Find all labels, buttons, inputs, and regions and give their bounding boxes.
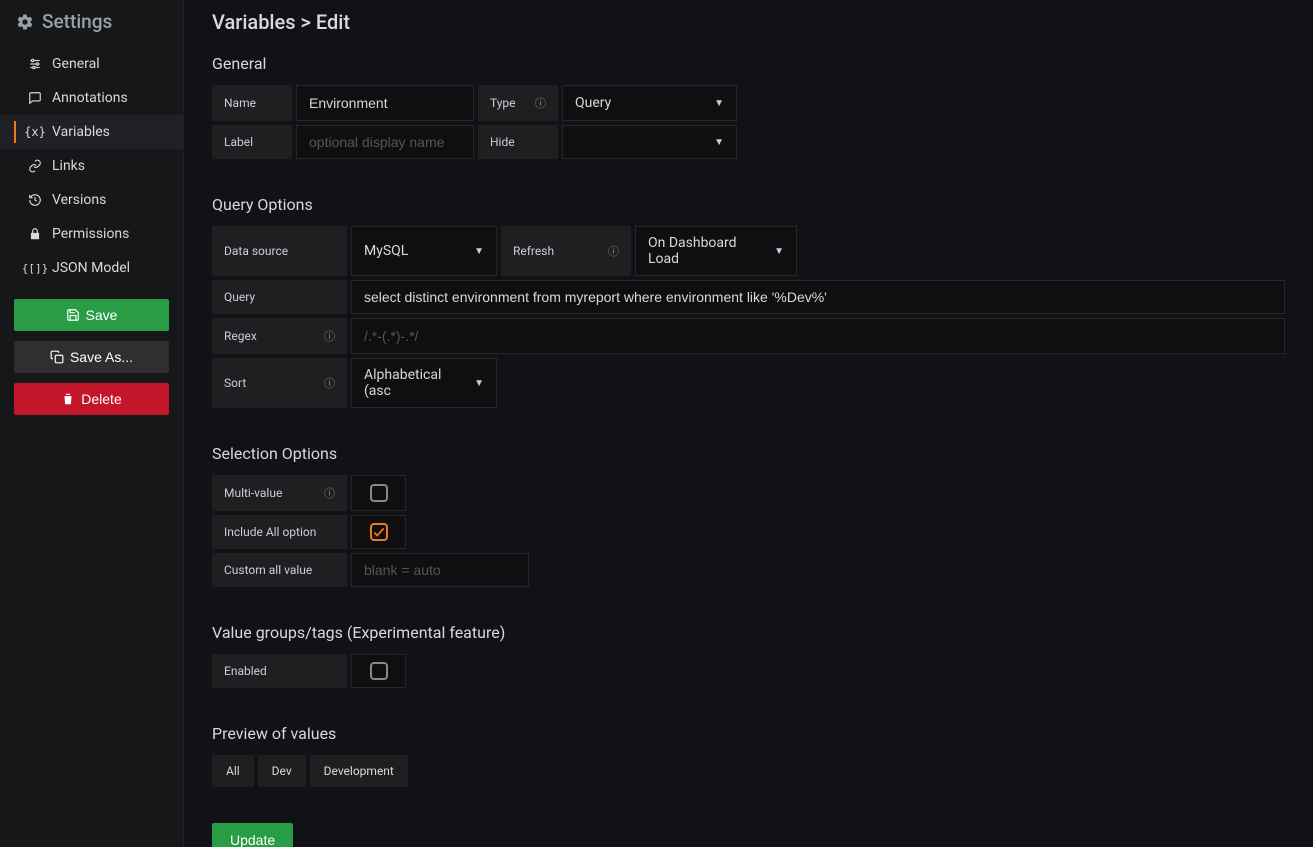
info-icon[interactable]: ⓘ bbox=[324, 375, 335, 391]
save-icon bbox=[66, 308, 80, 322]
variables-icon: {x} bbox=[28, 125, 42, 139]
sliders-icon bbox=[28, 57, 42, 71]
multi-value-label: Multi-value ⓘ bbox=[212, 475, 347, 511]
copy-icon bbox=[50, 350, 64, 364]
sidebar-item-general[interactable]: General bbox=[0, 47, 183, 81]
hide-label: Hide bbox=[478, 125, 558, 159]
caret-down-icon: ▼ bbox=[714, 98, 724, 109]
preview-tag: Development bbox=[310, 755, 408, 787]
caret-down-icon: ▼ bbox=[714, 137, 724, 148]
caret-down-icon: ▼ bbox=[774, 246, 784, 257]
update-button[interactable]: Update bbox=[212, 823, 293, 847]
delete-button[interactable]: Delete bbox=[14, 383, 169, 415]
sidebar-buttons: Save Save As... Delete bbox=[0, 285, 183, 429]
query-input[interactable] bbox=[351, 280, 1285, 314]
datasource-label: Data source bbox=[212, 226, 347, 276]
info-icon[interactable]: ⓘ bbox=[324, 328, 335, 344]
sidebar-item-annotations[interactable]: Annotations bbox=[0, 81, 183, 115]
sidebar-header: Settings bbox=[0, 0, 183, 47]
enabled-checkbox[interactable] bbox=[370, 662, 388, 680]
preview-tag: Dev bbox=[258, 755, 306, 787]
preview-tags: All Dev Development bbox=[212, 755, 1285, 787]
sort-select[interactable]: Alphabetical (asc ▼ bbox=[351, 358, 497, 408]
name-input[interactable] bbox=[296, 85, 474, 121]
delete-button-label: Delete bbox=[81, 391, 121, 407]
include-all-checkbox-cell bbox=[351, 515, 406, 549]
regex-label: Regex ⓘ bbox=[212, 318, 347, 354]
lock-icon bbox=[28, 227, 42, 241]
section-value-groups-heading: Value groups/tags (Experimental feature) bbox=[212, 623, 1285, 642]
enabled-label: Enabled bbox=[212, 654, 347, 688]
multi-value-checkbox-cell bbox=[351, 475, 406, 511]
section-selection-options-heading: Selection Options bbox=[212, 444, 1285, 463]
datasource-select[interactable]: MySQL ▼ bbox=[351, 226, 497, 276]
section-preview-heading: Preview of values bbox=[212, 724, 1285, 743]
comment-icon bbox=[28, 91, 42, 105]
name-label: Name bbox=[212, 85, 292, 121]
sidebar-item-label: Annotations bbox=[52, 90, 128, 106]
query-label: Query bbox=[212, 280, 347, 314]
sort-label: Sort ⓘ bbox=[212, 358, 347, 408]
sidebar-item-label: Links bbox=[52, 158, 85, 174]
section-query-options-heading: Query Options bbox=[212, 195, 1285, 214]
sidebar-items: General Annotations {x} Variables Links bbox=[0, 47, 183, 285]
link-icon bbox=[28, 159, 42, 173]
history-icon bbox=[28, 193, 42, 207]
sidebar-item-links[interactable]: Links bbox=[0, 149, 183, 183]
sidebar-item-json-model[interactable]: {[]} JSON Model bbox=[0, 251, 183, 285]
include-all-checkbox[interactable] bbox=[370, 523, 388, 541]
caret-down-icon: ▼ bbox=[474, 246, 484, 257]
label-label: Label bbox=[212, 125, 292, 159]
save-button-label: Save bbox=[86, 307, 118, 323]
json-icon: {[]} bbox=[28, 261, 42, 275]
custom-all-input[interactable] bbox=[351, 553, 529, 587]
sidebar-title: Settings bbox=[42, 10, 112, 33]
sidebar-item-label: JSON Model bbox=[52, 260, 130, 276]
enabled-checkbox-cell bbox=[351, 654, 406, 688]
main-content: Variables > Edit General Name Type ⓘ Que… bbox=[184, 0, 1313, 847]
save-as-button[interactable]: Save As... bbox=[14, 341, 169, 373]
save-as-button-label: Save As... bbox=[70, 349, 133, 365]
type-label: Type ⓘ bbox=[478, 85, 558, 121]
refresh-select[interactable]: On Dashboard Load ▼ bbox=[635, 226, 797, 276]
section-general-heading: General bbox=[212, 54, 1285, 73]
sidebar-item-label: Versions bbox=[52, 192, 106, 208]
include-all-label: Include All option bbox=[212, 515, 347, 549]
info-icon[interactable]: ⓘ bbox=[535, 95, 546, 111]
sidebar-item-label: Variables bbox=[52, 124, 110, 140]
save-button[interactable]: Save bbox=[14, 299, 169, 331]
sidebar: Settings General Annotations {x} Variabl… bbox=[0, 0, 184, 847]
breadcrumb: Variables > Edit bbox=[212, 10, 1285, 34]
info-icon[interactable]: ⓘ bbox=[324, 485, 335, 501]
gear-icon bbox=[16, 13, 34, 31]
sidebar-item-label: Permissions bbox=[52, 226, 129, 242]
sidebar-item-versions[interactable]: Versions bbox=[0, 183, 183, 217]
custom-all-label: Custom all value bbox=[212, 553, 347, 587]
info-icon[interactable]: ⓘ bbox=[608, 243, 619, 259]
type-select[interactable]: Query ▼ bbox=[562, 85, 737, 121]
sidebar-item-variables[interactable]: {x} Variables bbox=[0, 115, 183, 149]
trash-icon bbox=[61, 392, 75, 406]
sidebar-item-label: General bbox=[52, 56, 100, 72]
hide-select[interactable]: ▼ bbox=[562, 125, 737, 159]
sidebar-item-permissions[interactable]: Permissions bbox=[0, 217, 183, 251]
refresh-label: Refresh ⓘ bbox=[501, 226, 631, 276]
multi-value-checkbox[interactable] bbox=[370, 484, 388, 502]
preview-tag: All bbox=[212, 755, 254, 787]
regex-input[interactable] bbox=[351, 318, 1285, 354]
label-input[interactable] bbox=[296, 125, 474, 159]
caret-down-icon: ▼ bbox=[474, 378, 484, 389]
